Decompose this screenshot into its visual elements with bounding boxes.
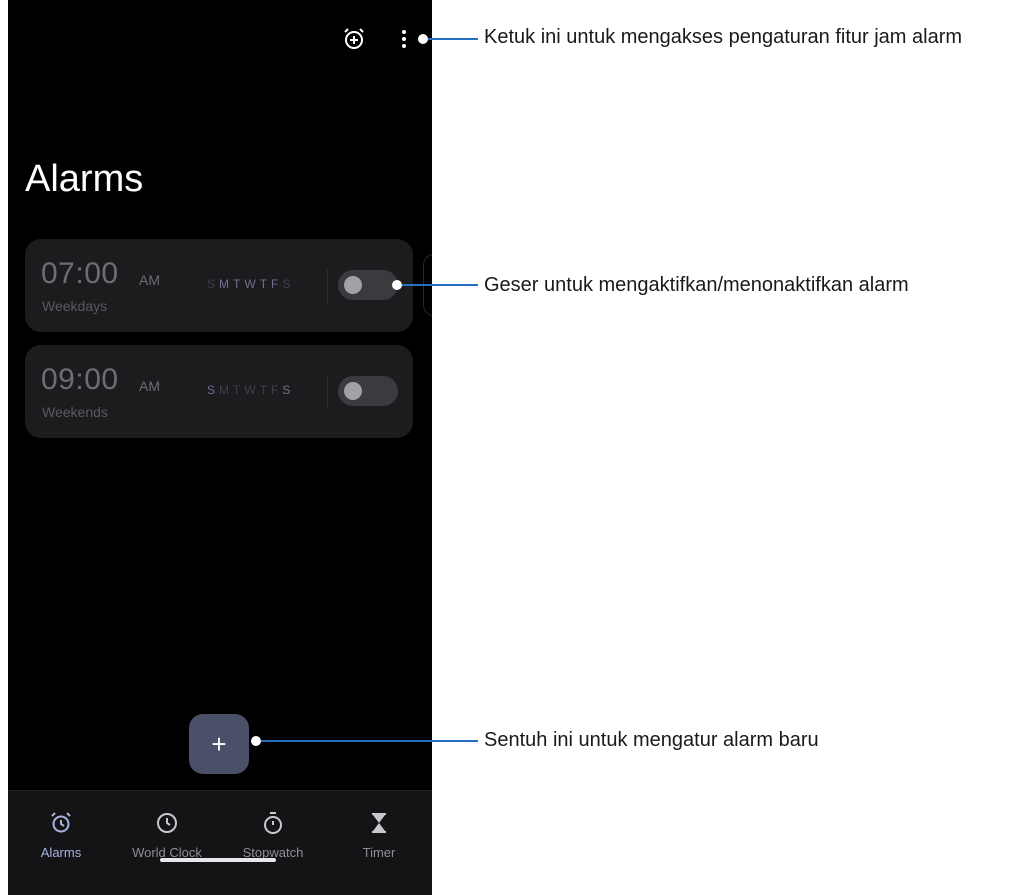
page-title: Alarms [25,158,144,200]
day-sunday: S [207,383,216,397]
callout-new-alarm: Sentuh ini untuk mengatur alarm baru [484,729,819,751]
callout-line [261,740,478,742]
alarm-toggle[interactable] [338,270,398,300]
divider [327,269,328,303]
day-tuesday: T [233,277,241,291]
more-vertical-icon[interactable] [398,26,410,52]
alarm-label: Weekdays [42,298,108,314]
day-thursday: T [259,383,268,397]
day-wednesday: W [244,383,256,397]
hourglass-icon [367,811,391,835]
alarm-ampm: AM [139,378,160,394]
alarm-label: Weekends [42,404,108,420]
callout-toggle: Geser untuk mengaktifkan/menonaktifkan a… [484,274,909,296]
alarm-add-icon[interactable] [342,27,366,51]
callout-line [402,284,478,286]
alarm-toggle[interactable] [338,376,398,406]
stopwatch-icon [261,811,285,835]
day-sunday: S [207,277,216,291]
add-alarm-button[interactable]: + [189,714,249,774]
day-friday: F [271,277,279,291]
toggle-knob [344,382,362,400]
nav-label: Timer [362,845,396,860]
callout-marker [418,34,428,44]
alarm-card[interactable]: 09:00 AM Weekends S M T W T F S [25,345,413,438]
home-indicator[interactable] [160,858,276,862]
alarm-time: 09:00 [41,363,119,396]
day-tuesday: T [233,383,241,397]
clock-icon [155,811,179,835]
bottom-nav: Alarms World Clock Stopwatch Timer [8,790,432,895]
nav-label: Alarms [40,845,82,860]
phone-screen: Alarms 07:00 AM Weekdays S M T W T F S 0… [8,0,432,895]
callout-marker [392,280,402,290]
day-wednesday: W [244,277,256,291]
toggle-knob [344,276,362,294]
alarm-clock-icon [49,811,73,835]
day-saturday: S [282,383,291,397]
day-thursday: T [259,277,268,291]
nav-item-alarms[interactable]: Alarms [11,811,111,860]
nav-item-timer[interactable]: Timer [329,811,429,860]
nav-item-world-clock[interactable]: World Clock [117,811,217,860]
day-saturday: S [282,277,291,291]
alarm-time: 07:00 [41,257,119,290]
divider [327,375,328,409]
day-monday: M [219,277,230,291]
alarm-days: S M T W T F S [207,277,290,291]
callout-marker [251,736,261,746]
nav-item-stopwatch[interactable]: Stopwatch [223,811,323,860]
day-monday: M [219,383,230,397]
alarm-card[interactable]: 07:00 AM Weekdays S M T W T F S [25,239,413,332]
alarm-ampm: AM [139,272,160,288]
callout-line [428,38,478,40]
alarm-days: S M T W T F S [207,383,290,397]
callout-settings: Ketuk ini untuk mengakses pengaturan fit… [484,26,963,48]
day-friday: F [271,383,279,397]
